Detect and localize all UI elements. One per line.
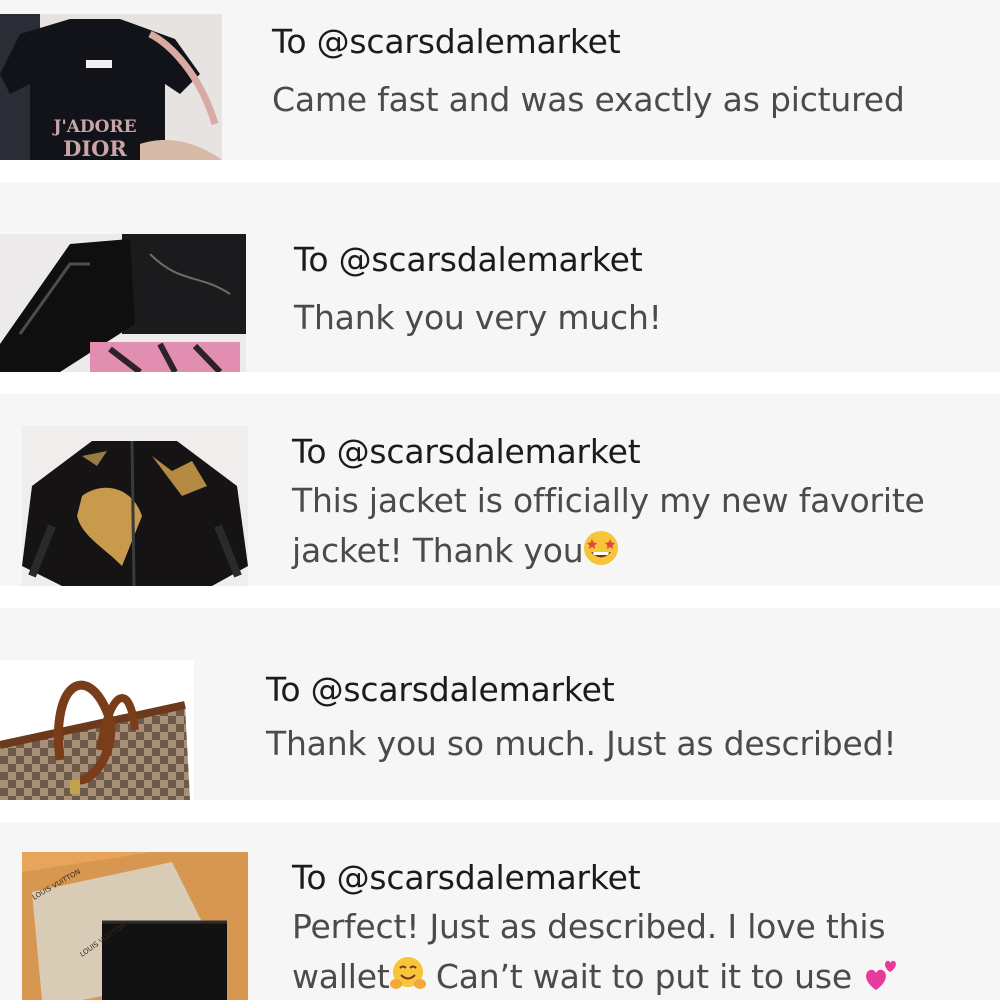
louis-vuitton-wallet-box-photo-icon: LOUIS VUITTON LOUIS VUITTON: [22, 852, 248, 1000]
review-thumbnail[interactable]: [0, 660, 194, 800]
review-message: Came fast and was exactly as pictured: [272, 80, 905, 119]
review-message: Thank you very much!: [294, 298, 662, 337]
review-message-line: Can’t wait to put it to use: [425, 957, 863, 996]
review-card[interactable]: To @scarsdalemarket Thank you so much. J…: [0, 608, 1000, 800]
black-dior-tshirt-photo-icon: J'ADORE DIOR: [0, 14, 222, 160]
review-message-line: jacket! Thank you: [292, 531, 584, 570]
review-message-line: wallet: [292, 957, 390, 996]
black-gold-leather-jacket-photo-icon: [22, 426, 248, 586]
review-thumbnail[interactable]: J'ADORE DIOR: [0, 14, 222, 160]
two-hearts-emoji-icon: [862, 956, 898, 992]
review-recipient: To @scarsdalemarket: [272, 22, 621, 61]
review-thumbnail[interactable]: [0, 234, 246, 372]
reviews-feed: J'ADORE DIOR To @scarsdalemarket Came fa…: [0, 0, 1000, 1000]
black-leather-boots-photo-icon: [0, 234, 246, 372]
review-message: This jacket is officially my new favorit…: [292, 476, 925, 576]
review-recipient: To @scarsdalemarket: [294, 240, 643, 279]
thumbnail-print-text: J'ADORE: [51, 117, 136, 137]
review-recipient: To @scarsdalemarket: [292, 432, 641, 471]
review-thumbnail[interactable]: [22, 426, 248, 586]
checkered-tote-bag-photo-icon: [0, 660, 194, 800]
review-thumbnail[interactable]: LOUIS VUITTON LOUIS VUITTON: [22, 852, 248, 1000]
review-message: Thank you so much. Just as described!: [266, 724, 897, 763]
thumbnail-print-text: DIOR: [63, 136, 127, 160]
review-message-line: Perfect! Just as described. I love this: [292, 907, 886, 946]
review-message-line: This jacket is officially my new favorit…: [292, 481, 925, 520]
review-card[interactable]: J'ADORE DIOR To @scarsdalemarket Came fa…: [0, 0, 1000, 160]
review-card[interactable]: LOUIS VUITTON LOUIS VUITTON To @scarsdal…: [0, 822, 1000, 1000]
hugging-face-emoji-icon: [389, 956, 426, 992]
review-message: Perfect! Just as described. I love this …: [292, 902, 898, 1000]
review-card[interactable]: To @scarsdalemarket This jacket is offic…: [0, 394, 1000, 586]
review-card[interactable]: To @scarsdalemarket Thank you very much!: [0, 182, 1000, 372]
review-recipient: To @scarsdalemarket: [292, 858, 641, 897]
star-struck-emoji-icon: [583, 530, 619, 566]
review-recipient: To @scarsdalemarket: [266, 670, 615, 709]
